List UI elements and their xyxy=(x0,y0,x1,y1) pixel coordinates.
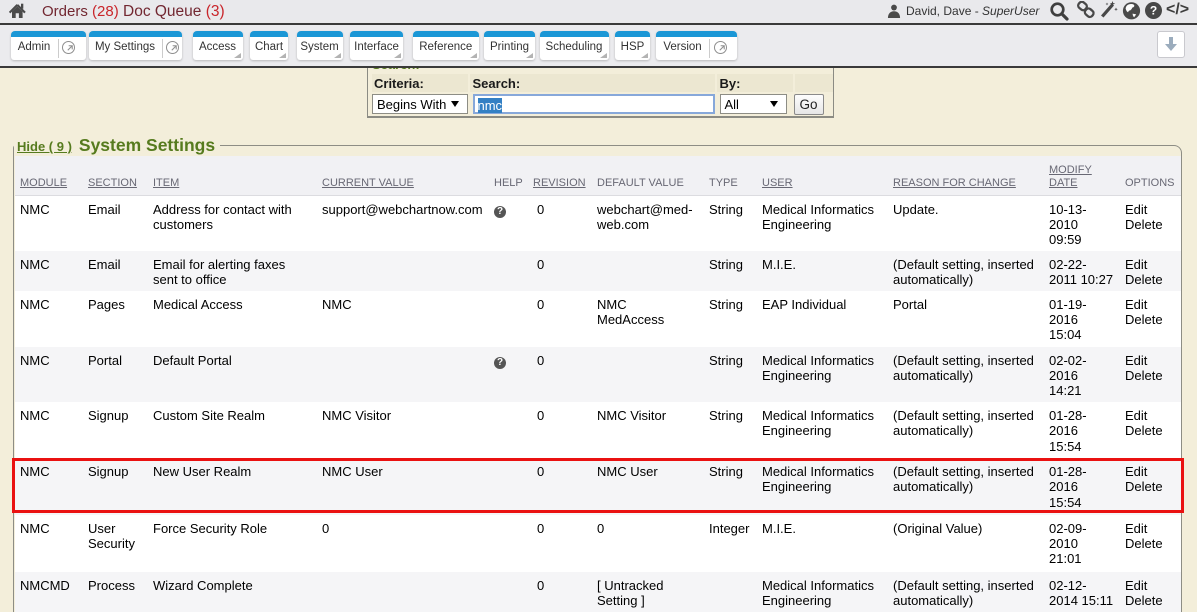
svg-text:?: ? xyxy=(1150,4,1157,18)
